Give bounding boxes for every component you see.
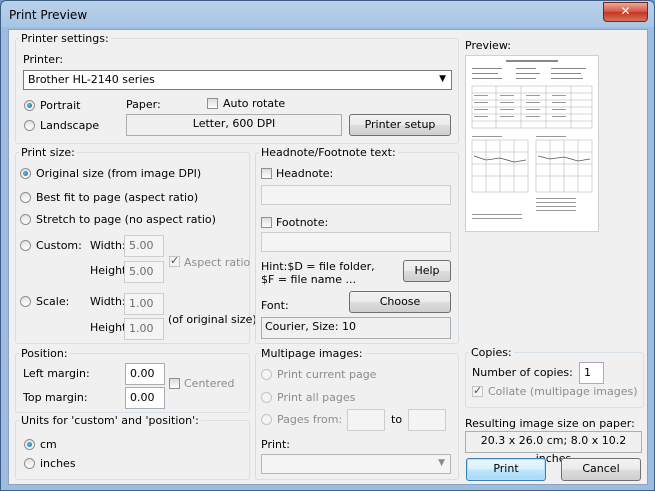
custom-width-label: Width: (90, 239, 126, 252)
number-of-copies-input[interactable]: 1 (579, 362, 604, 384)
window-title: Print Preview (9, 8, 88, 22)
auto-rotate-checkbox[interactable] (207, 98, 218, 109)
print-size-label: Print size: (19, 146, 77, 159)
printer-select-value: Brother HL-2140 series (28, 73, 155, 86)
footnote-input[interactable] (261, 232, 451, 252)
pages-from-input[interactable] (347, 409, 385, 431)
headnote-checkbox[interactable] (261, 168, 272, 179)
font-label: Font: (261, 299, 289, 312)
paper-value: Letter, 600 DPI (126, 114, 342, 136)
custom-height-input[interactable]: 5.00 (124, 261, 164, 283)
cm-radio[interactable] (24, 439, 35, 450)
left-margin-input[interactable]: 0.00 (125, 363, 165, 385)
pages-to-label: to (391, 413, 403, 426)
multipage-label: Multipage images: (259, 347, 365, 360)
custom-radio[interactable] (20, 240, 31, 251)
best-fit-label: Best fit to page (aspect ratio) (36, 191, 199, 204)
headnote-label: Headnote: (276, 167, 334, 180)
headnote-input[interactable] (261, 185, 451, 205)
title-bar[interactable]: Print Preview ✕ (1, 1, 654, 29)
print-current-label: Print current page (277, 368, 377, 381)
landscape-radio[interactable] (24, 120, 35, 131)
print-button[interactable]: Print (466, 458, 546, 481)
printer-setup-button[interactable]: Printer setup (349, 114, 451, 136)
print-select-label: Print: (261, 438, 291, 451)
footnote-label: Footnote: (276, 216, 329, 229)
print-current-radio[interactable] (261, 369, 272, 380)
cancel-button[interactable]: Cancel (561, 458, 641, 481)
scale-note: (of original size) (168, 313, 257, 326)
top-margin-label: Top margin: (23, 391, 88, 404)
aspect-ratio-checkbox[interactable] (169, 254, 180, 267)
pages-to-input[interactable] (408, 409, 446, 431)
font-value: Courier, Size: 10 (261, 317, 451, 339)
pages-from-label: Pages from: (277, 413, 343, 426)
scale-width-input[interactable]: 1.00 (124, 293, 164, 315)
number-of-copies-label: Number of copies: (472, 366, 573, 379)
collate-checkbox[interactable] (472, 384, 483, 397)
position-label: Position: (19, 347, 70, 360)
result-size-label: Resulting image size on paper: (465, 417, 635, 430)
scale-label: Scale: (36, 295, 70, 308)
cm-label: cm (40, 438, 57, 451)
centered-label: Centered (184, 377, 235, 390)
aspect-ratio-label: Aspect ratio (184, 256, 251, 269)
choose-font-button[interactable]: Choose (349, 291, 451, 313)
printer-select[interactable]: Brother HL-2140 series ▼ (23, 70, 452, 90)
portrait-label: Portrait (40, 99, 81, 112)
printer-settings-label: Printer settings: (19, 32, 111, 45)
print-all-radio[interactable] (261, 392, 272, 403)
scale-width-label: Width: (90, 295, 126, 308)
result-size-value: 20.3 x 26.0 cm; 8.0 x 10.2 inches (465, 431, 642, 465)
print-all-label: Print all pages (277, 391, 356, 404)
print-select[interactable]: ▼ (261, 454, 451, 474)
help-button[interactable]: Help (403, 260, 451, 282)
pages-from-radio[interactable] (261, 414, 272, 425)
print-preview-window: Print Preview ✕ Printer settings: Printe… (0, 0, 655, 491)
print-preview-image (465, 55, 599, 232)
stretch-radio[interactable] (20, 214, 31, 225)
landscape-label: Landscape (40, 119, 100, 132)
scale-radio[interactable] (20, 296, 31, 307)
headnote-footnote-label: Headnote/Footnote text: (259, 146, 398, 159)
auto-rotate-label: Auto rotate (223, 97, 286, 110)
custom-label: Custom: (36, 239, 82, 252)
scale-height-input[interactable]: 1.00 (124, 318, 164, 340)
stretch-label: Stretch to page (no aspect ratio) (36, 213, 216, 226)
copies-label: Copies: (469, 346, 514, 359)
close-icon[interactable]: ✕ (603, 2, 648, 22)
units-label: Units for 'custom' and 'position': (19, 414, 201, 427)
hint-line-2: $F = file name ... (261, 273, 356, 286)
original-size-radio[interactable] (20, 168, 31, 179)
inches-radio[interactable] (24, 458, 35, 469)
custom-width-input[interactable]: 5.00 (124, 235, 164, 257)
footnote-checkbox[interactable] (261, 217, 272, 228)
top-margin-input[interactable]: 0.00 (125, 387, 165, 409)
best-fit-radio[interactable] (20, 192, 31, 203)
preview-label: Preview: (465, 39, 511, 52)
hint-line-1: Hint:$D = file folder, (261, 260, 375, 273)
collate-label: Collate (multipage images) (488, 385, 638, 398)
document-thumbnail-icon (471, 60, 593, 219)
printer-label: Printer: (23, 53, 64, 66)
portrait-radio[interactable] (24, 100, 35, 111)
left-margin-label: Left margin: (23, 367, 90, 380)
original-size-label: Original size (from image DPI) (36, 167, 202, 180)
chevron-down-icon: ▼ (438, 458, 445, 468)
dialog-body: Printer settings: Printer: Brother HL-21… (8, 29, 648, 485)
chevron-down-icon: ▼ (439, 74, 446, 84)
paper-label: Paper: (126, 98, 161, 111)
copies-group (465, 352, 644, 408)
inches-label: inches (40, 457, 76, 470)
centered-checkbox[interactable] (169, 378, 180, 389)
